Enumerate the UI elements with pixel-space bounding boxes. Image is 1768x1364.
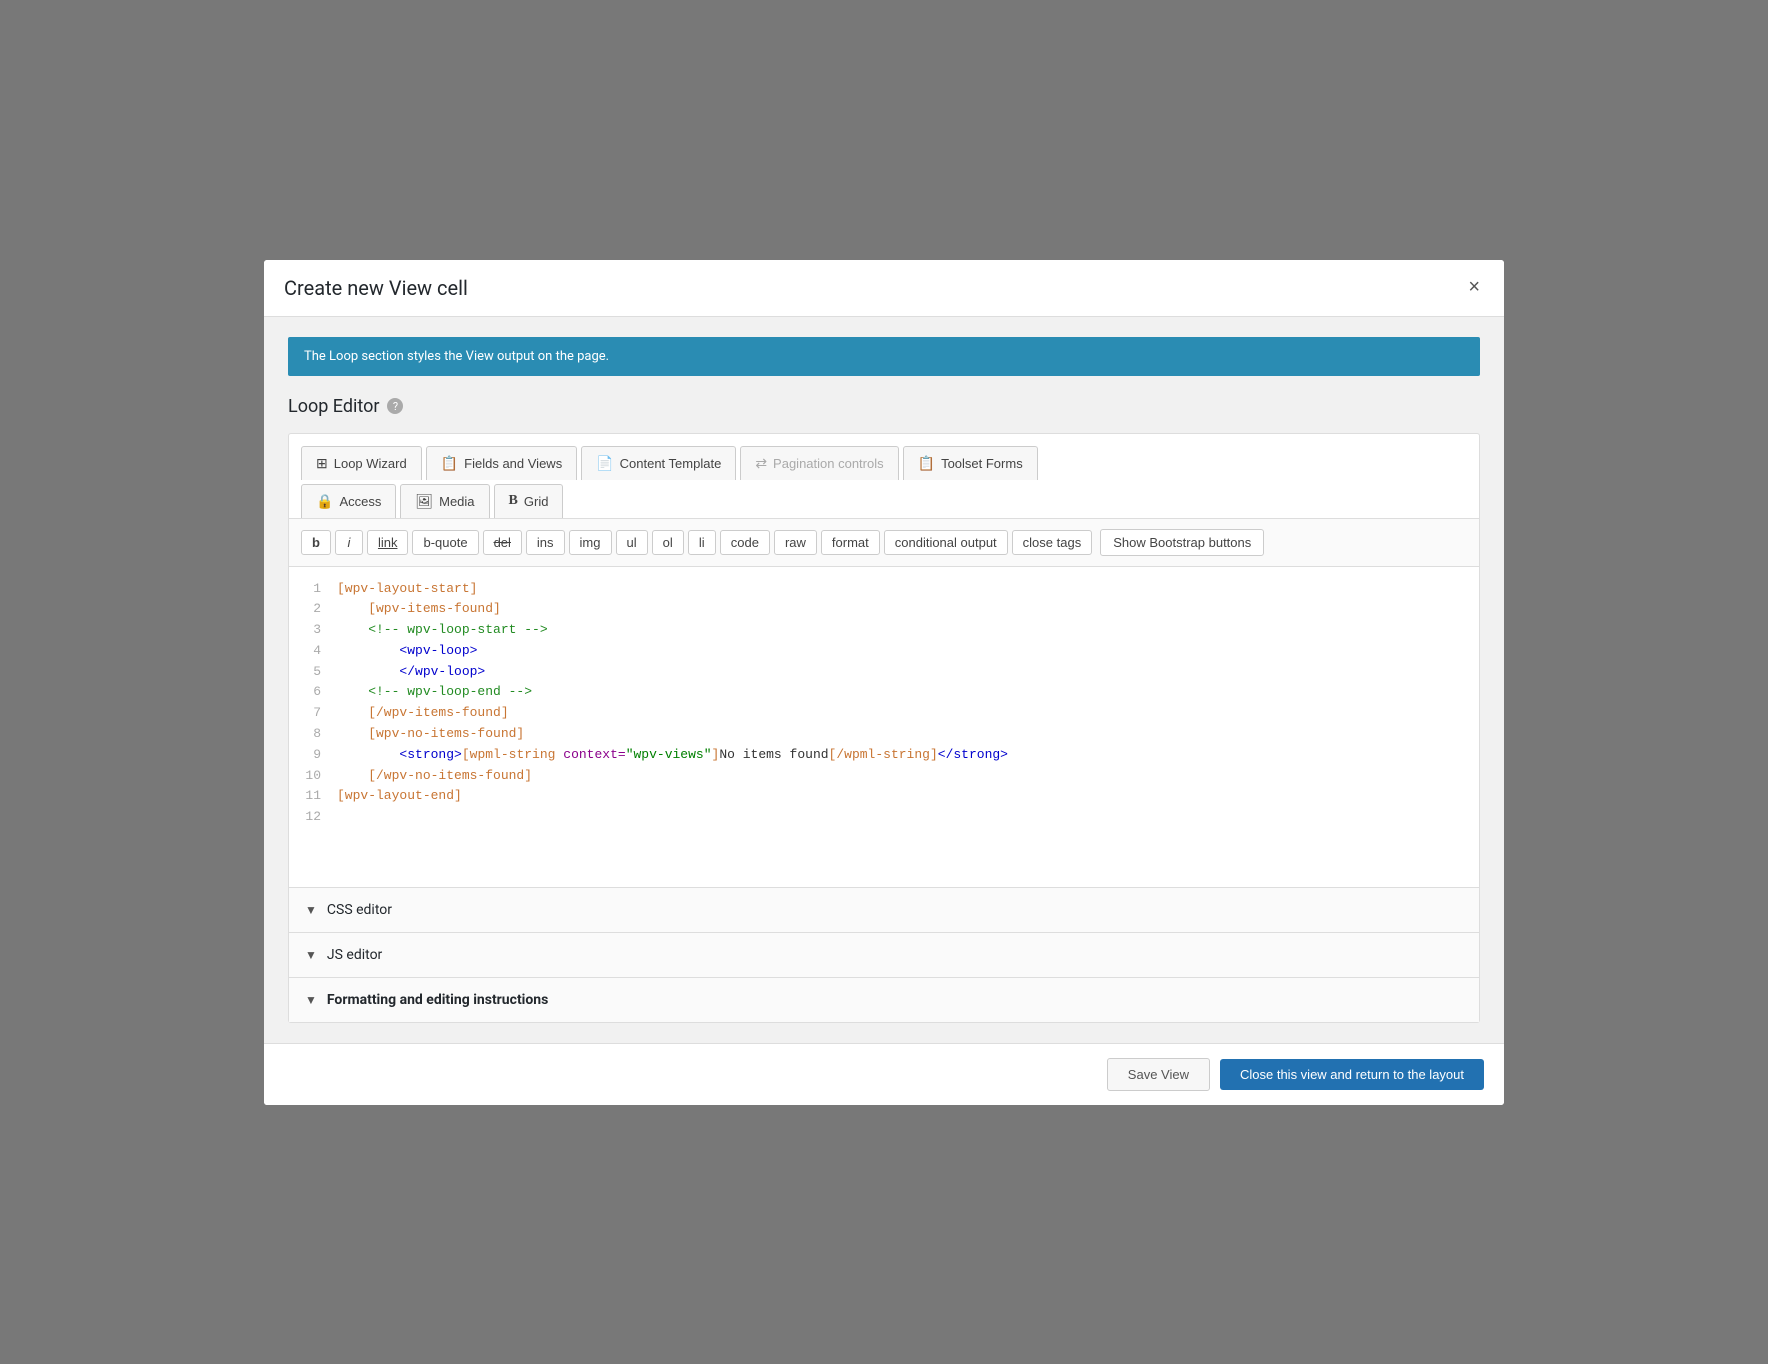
modal-overlay: Create new View cell × The Loop section … [0,0,1768,1364]
code-line-7: 7 [/wpv-items-found] [301,703,1467,724]
tab-content-template[interactable]: 📄 Content Template [581,446,736,480]
tab-access[interactable]: 🔒 Access [301,484,396,518]
css-editor-title: CSS editor [327,902,392,918]
code-line-5: 5 </wpv-loop> [301,662,1467,683]
code-line-11: 11 [wpv-layout-end] [301,786,1467,807]
tab-access-label: Access [339,494,381,509]
toolbar-raw[interactable]: raw [774,530,817,555]
toolbar-ins[interactable]: ins [526,530,565,555]
toolbar-bold[interactable]: b [301,530,331,555]
tabs-row-2: 🔒 Access 🖼 Media B Grid [289,480,1479,518]
tab-grid[interactable]: B Grid [494,484,564,518]
formatting-arrow: ▼ [305,993,317,1007]
loop-wizard-icon: ⊞ [316,455,328,472]
media-icon: 🖼 [415,493,433,510]
tab-loop-wizard[interactable]: ⊞ Loop Wizard [301,446,422,480]
modal: Create new View cell × The Loop section … [264,260,1504,1105]
code-line-12: 12 [301,807,1467,828]
access-icon: 🔒 [316,493,333,510]
grid-icon: B [509,493,518,509]
toolbar-format[interactable]: format [821,530,880,555]
tab-fields-and-views[interactable]: 📋 Fields and Views [426,446,577,480]
js-editor-section: ▼ JS editor [289,932,1479,977]
help-icon[interactable]: ? [387,398,403,414]
formatting-section: ▼ Formatting and editing instructions [289,977,1479,1022]
js-editor-arrow: ▼ [305,948,317,962]
code-line-6: 6 <!-- wpv-loop-end --> [301,682,1467,703]
toolbar-show-bootstrap[interactable]: Show Bootstrap buttons [1100,529,1264,556]
fields-views-icon: 📋 [441,455,458,472]
modal-body: The Loop section styles the View output … [264,317,1504,1043]
tab-fields-and-views-label: Fields and Views [464,456,562,471]
css-editor-section: ▼ CSS editor [289,887,1479,932]
toolbar-italic[interactable]: i [335,530,363,555]
toolbar-ul[interactable]: ul [616,530,648,555]
modal-close-button[interactable]: × [1464,276,1484,299]
code-editor[interactable]: 1 [wpv-layout-start] 2 [wpv-items-found]… [289,567,1479,887]
css-editor-arrow: ▼ [305,903,317,917]
content-template-icon: 📄 [596,455,613,472]
js-editor-toggle[interactable]: ▼ JS editor [289,933,1479,977]
toolbar-link[interactable]: link [367,530,409,555]
loop-editor-title: Loop Editor [288,396,379,417]
tabs-row-1: ⊞ Loop Wizard 📋 Fields and Views 📄 Conte… [289,434,1479,480]
code-line-3: 3 <!-- wpv-loop-start --> [301,620,1467,641]
tab-toolset-forms[interactable]: 📋 Toolset Forms [903,446,1038,480]
modal-title: Create new View cell [284,276,468,300]
toolbar-close-tags[interactable]: close tags [1012,530,1093,555]
toolbar-bquote[interactable]: b-quote [412,530,478,555]
tab-grid-label: Grid [524,494,549,509]
css-editor-toggle[interactable]: ▼ CSS editor [289,888,1479,932]
code-line-9: 9 <strong>[wpml-string context="wpv-view… [301,745,1467,766]
code-line-10: 10 [/wpv-no-items-found] [301,766,1467,787]
js-editor-title: JS editor [327,947,382,963]
toolbar-li[interactable]: li [688,530,716,555]
tab-loop-wizard-label: Loop Wizard [334,456,407,471]
save-view-button[interactable]: Save View [1107,1058,1210,1091]
pagination-icon: ⇄ [755,455,767,472]
tab-media[interactable]: 🖼 Media [400,484,489,518]
toolbar-img[interactable]: img [569,530,612,555]
code-line-4: 4 <wpv-loop> [301,641,1467,662]
modal-footer: Save View Close this view and return to … [264,1043,1504,1105]
tab-toolset-forms-label: Toolset Forms [941,456,1023,471]
code-line-2: 2 [wpv-items-found] [301,599,1467,620]
toolbar-code[interactable]: code [720,530,770,555]
formatting-toggle[interactable]: ▼ Formatting and editing instructions [289,978,1479,1022]
code-line-8: 8 [wpv-no-items-found] [301,724,1467,745]
toolbar-conditional-output[interactable]: conditional output [884,530,1008,555]
tab-pagination-controls-label: Pagination controls [773,456,884,471]
toolbar-row: b i link b-quote del ins img ul ol li co… [289,518,1479,567]
toolset-forms-icon: 📋 [918,455,935,472]
editor-panel: ⊞ Loop Wizard 📋 Fields and Views 📄 Conte… [288,433,1480,1023]
toolbar-del[interactable]: del [483,530,522,555]
close-view-button[interactable]: Close this view and return to the layout [1220,1059,1484,1090]
toolbar-ol[interactable]: ol [652,530,684,555]
tab-pagination-controls: ⇄ Pagination controls [740,446,898,480]
formatting-title: Formatting and editing instructions [327,992,548,1008]
code-line-1: 1 [wpv-layout-start] [301,579,1467,600]
section-title: Loop Editor ? [288,396,1480,417]
info-banner: The Loop section styles the View output … [288,337,1480,376]
modal-header: Create new View cell × [264,260,1504,317]
tab-content-template-label: Content Template [620,456,722,471]
tab-media-label: Media [439,494,474,509]
